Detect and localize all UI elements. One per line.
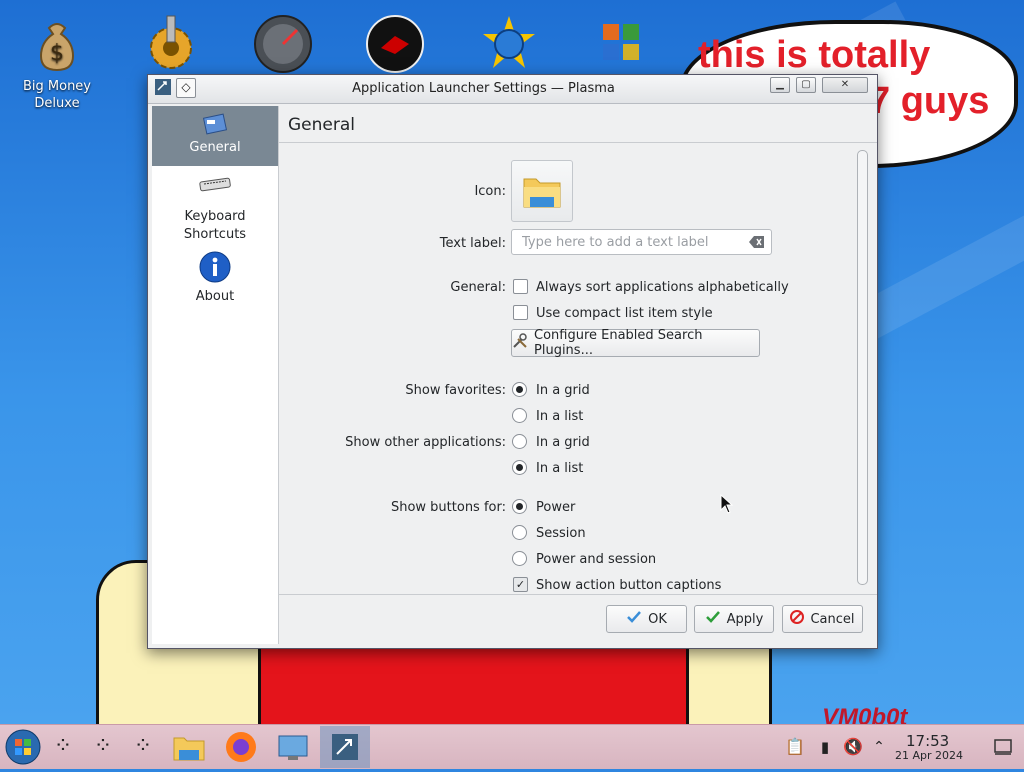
desktop-icon-gear[interactable]	[116, 6, 226, 78]
buttons-power-label[interactable]: Power	[536, 500, 575, 515]
favorites-list-radio[interactable]	[512, 408, 527, 423]
icon-label: Icon:	[474, 184, 506, 199]
clear-text-icon[interactable]	[749, 235, 765, 253]
action-captions-checkbox[interactable]: ✓	[513, 577, 528, 592]
settings-window: ◇ Application Launcher Settings — Plasma…	[147, 74, 878, 649]
icon-picker-button[interactable]	[511, 160, 573, 222]
office-suite-icon	[591, 14, 651, 74]
signature: VM0b0t	[822, 704, 908, 724]
svg-text:$: $	[50, 41, 64, 66]
ok-button-label: OK	[648, 611, 667, 627]
clock-date[interactable]: 21 Apr 2024	[895, 749, 963, 762]
sort-alpha-checkbox[interactable]	[513, 279, 528, 294]
buttons-power-session-radio[interactable]	[512, 551, 527, 566]
cancel-icon	[790, 610, 805, 628]
configure-search-plugins-label: Configure Enabled Search Plugins...	[534, 328, 703, 358]
tools-icon	[512, 333, 528, 353]
footer-divider	[279, 594, 877, 595]
show-favorites-label: Show favorites:	[405, 383, 506, 398]
header-divider	[279, 142, 877, 143]
general-label: General:	[450, 280, 506, 295]
info-icon	[152, 251, 278, 283]
action-captions-label[interactable]: Show action button captions	[536, 578, 721, 593]
show-desktop-icon[interactable]	[984, 728, 1022, 766]
show-other-apps-label: Show other applications:	[345, 435, 506, 450]
other-apps-grid-label[interactable]: In a grid	[536, 435, 590, 450]
cancel-button[interactable]: Cancel	[782, 605, 863, 633]
pager-icon[interactable]: ⁘	[124, 728, 162, 766]
desktop-icon-globe[interactable]	[454, 6, 564, 78]
text-label-field[interactable]	[511, 229, 772, 255]
buttons-session-radio[interactable]	[512, 525, 527, 540]
compact-list-label[interactable]: Use compact list item style	[536, 306, 713, 321]
speedometer-icon	[253, 14, 313, 74]
taskbar: ⁘ ⁘ ⁘ 📋 ▮ 🔇 ⌃ 17:53 21 Apr 2024	[0, 724, 1024, 769]
other-apps-list-label[interactable]: In a list	[536, 461, 583, 476]
desktop-icon-office[interactable]	[566, 6, 676, 78]
desktop-icon-speedometer[interactable]	[228, 6, 338, 78]
cancel-button-label: Cancel	[810, 611, 855, 627]
file-manager-icon[interactable]	[170, 728, 208, 766]
doodle-shirt	[258, 640, 694, 724]
content-scrollbar[interactable]	[857, 150, 868, 585]
checkmark-icon	[626, 610, 642, 628]
buttons-power-session-label[interactable]: Power and session	[536, 552, 656, 567]
sidebar-item-label: General	[189, 140, 241, 155]
favorites-grid-radio[interactable]	[512, 382, 527, 397]
red-orb-icon	[365, 14, 425, 74]
window-title: Application Launcher Settings — Plasma	[352, 81, 615, 96]
money-bag-icon: $	[27, 14, 87, 74]
other-apps-grid-radio[interactable]	[512, 434, 527, 449]
show-buttons-label: Show buttons for:	[390, 500, 506, 515]
desktop-icon-red-orb[interactable]	[340, 6, 450, 78]
desktop-icon-big-money[interactable]: $ Big Money Deluxe	[2, 6, 112, 112]
gear-icon	[141, 14, 201, 74]
compact-list-checkbox[interactable]	[513, 305, 528, 320]
maximize-button[interactable]: ▢	[796, 77, 816, 93]
chevron-up-icon[interactable]: ⌃	[860, 728, 898, 766]
desktop-icon-label: Big Money Deluxe	[22, 79, 91, 111]
sidebar-item-general[interactable]: General	[152, 106, 278, 166]
system-settings-icon[interactable]	[274, 728, 312, 766]
mouse-cursor-icon	[720, 493, 734, 518]
folder-icon	[520, 169, 564, 217]
minimize-button[interactable]: ▁	[770, 77, 790, 93]
apply-button-label: Apply	[726, 611, 764, 627]
text-label-input[interactable]	[520, 234, 744, 251]
start-button[interactable]	[4, 728, 42, 766]
pager-icon[interactable]: ⁘	[44, 728, 82, 766]
page-title: General	[288, 115, 355, 135]
general-icon	[152, 112, 278, 138]
text-label-label: Text label:	[439, 236, 506, 251]
configure-search-plugins-button[interactable]: Configure Enabled Search Plugins...	[511, 328, 760, 358]
active-task-launcher-settings[interactable]	[320, 726, 370, 768]
favorites-list-label[interactable]: In a list	[536, 409, 583, 424]
firefox-icon[interactable]	[222, 728, 260, 766]
internet-globe-icon	[479, 14, 539, 74]
ok-button[interactable]: OK	[606, 605, 687, 633]
buttons-session-label[interactable]: Session	[536, 526, 586, 541]
apply-button[interactable]: Apply	[694, 605, 774, 633]
other-apps-list-radio[interactable]	[512, 460, 527, 475]
close-button[interactable]: ✕	[822, 77, 868, 93]
buttons-power-radio[interactable]	[512, 499, 527, 514]
clock-time[interactable]: 17:53	[906, 732, 949, 750]
pager-icon[interactable]: ⁘	[84, 728, 122, 766]
apply-check-icon	[705, 610, 721, 628]
favorites-grid-label[interactable]: In a grid	[536, 383, 590, 398]
title-bar[interactable]: ◇ Application Launcher Settings — Plasma…	[148, 75, 877, 104]
sort-alpha-label[interactable]: Always sort applications alphabetically	[536, 280, 789, 295]
